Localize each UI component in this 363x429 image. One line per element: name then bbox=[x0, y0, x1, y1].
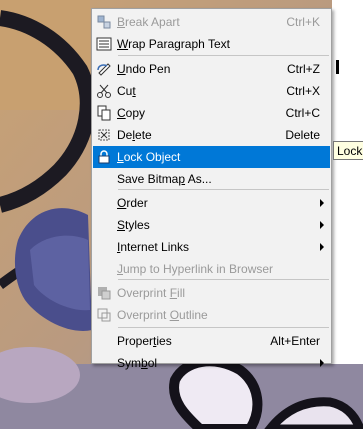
menu-item-internet-links[interactable]: Internet Links bbox=[93, 236, 330, 258]
label-suffix: rap Paragraph Text bbox=[128, 37, 230, 51]
menu-item-delete[interactable]: Delete Delete bbox=[93, 124, 330, 146]
menu-item-label: Symbol bbox=[117, 356, 330, 370]
menu-item-shortcut: Ctrl+K bbox=[286, 15, 320, 29]
menu-separator bbox=[118, 55, 329, 56]
menu-item-shortcut: Alt+Enter bbox=[270, 334, 320, 348]
menu-item-overprint-outline: Overprint Outline bbox=[93, 304, 330, 326]
label-suffix: ol bbox=[147, 356, 158, 370]
menu-item-shortcut: Delete bbox=[285, 128, 320, 142]
menu-icon-placeholder bbox=[96, 217, 112, 233]
label-prefix: Sym bbox=[117, 356, 141, 370]
label-prefix: Overprint bbox=[117, 286, 170, 300]
label-prefix: Save Bitma bbox=[117, 172, 179, 186]
label-suffix: nternet Links bbox=[120, 240, 190, 254]
label-prefix: De bbox=[117, 128, 133, 142]
menu-item-wrap-paragraph[interactable]: Wrap Paragraph Text bbox=[93, 33, 330, 55]
submenu-arrow-icon bbox=[320, 221, 324, 229]
menu-item-label: Wrap Paragraph Text bbox=[117, 37, 330, 51]
label-suffix: ete bbox=[135, 128, 152, 142]
menu-icon-placeholder bbox=[96, 261, 112, 277]
label-suffix: ump to Hyperlink in Browser bbox=[123, 262, 274, 276]
menu-item-jump-hyperlink: Jump to Hyperlink in Browser bbox=[93, 258, 330, 280]
label-suffix: reak Apart bbox=[125, 15, 180, 29]
menu-item-shortcut: Ctrl+Z bbox=[287, 62, 320, 76]
menu-item-symbol[interactable]: Symbol bbox=[93, 352, 330, 374]
label-accelerator: L bbox=[117, 150, 124, 164]
label-accelerator: W bbox=[117, 37, 129, 51]
menu-separator bbox=[118, 327, 329, 328]
menu-separator bbox=[118, 279, 329, 280]
label-accelerator: t bbox=[132, 84, 136, 98]
menu-item-properties[interactable]: Properties Alt+Enter bbox=[93, 330, 330, 352]
label-accelerator: O bbox=[117, 196, 127, 210]
label-suffix: ies bbox=[156, 334, 172, 348]
menu-icon-placeholder bbox=[96, 195, 112, 211]
label-prefix: Proper bbox=[117, 334, 154, 348]
delete-icon bbox=[96, 127, 112, 143]
lock-tooltip: Lock bbox=[333, 141, 363, 160]
overprint-outline-icon bbox=[96, 307, 112, 323]
menu-item-overprint-fill: Overprint Fill bbox=[93, 282, 330, 304]
menu-item-label: Jump to Hyperlink in Browser bbox=[117, 262, 330, 276]
label-prefix: Overprint bbox=[117, 308, 170, 322]
menu-item-cut[interactable]: Cut Ctrl+X bbox=[93, 80, 330, 102]
label-suffix: ill bbox=[177, 286, 186, 300]
label-accelerator: F bbox=[169, 286, 178, 300]
menu-icon-placeholder bbox=[96, 355, 112, 371]
label-accelerator: O bbox=[169, 308, 180, 322]
scissors-icon bbox=[96, 83, 112, 99]
menu-item-label: Internet Links bbox=[117, 240, 330, 254]
menu-item-label: Lock Object bbox=[117, 150, 330, 164]
label-suffix: ock Object bbox=[123, 150, 181, 164]
menu-item-label: Overprint Outline bbox=[117, 308, 330, 322]
menu-item-label: Copy bbox=[117, 106, 286, 120]
menu-icon-placeholder bbox=[96, 239, 112, 255]
submenu-arrow-icon bbox=[320, 199, 324, 207]
label-accelerator: C bbox=[117, 106, 126, 120]
menu-item-save-bitmap[interactable]: Save Bitmap As... bbox=[93, 168, 330, 190]
menu-item-label: Break Apart bbox=[117, 15, 286, 29]
submenu-arrow-icon bbox=[320, 243, 324, 251]
menu-item-styles[interactable]: Styles bbox=[93, 214, 330, 236]
menu-item-break-apart: Break Apart Ctrl+K bbox=[93, 11, 330, 33]
label-suffix: As... bbox=[185, 172, 212, 186]
tooltip-text: Lock bbox=[337, 144, 363, 158]
label-accelerator: U bbox=[117, 62, 126, 76]
label-suffix: rder bbox=[126, 196, 148, 210]
menu-item-copy[interactable]: Copy Ctrl+C bbox=[93, 102, 330, 124]
menu-item-shortcut: Ctrl+X bbox=[286, 84, 320, 98]
label-accelerator: S bbox=[117, 218, 126, 232]
menu-item-label: Styles bbox=[117, 218, 330, 232]
lock-icon bbox=[96, 149, 112, 165]
label-prefix: Cu bbox=[117, 84, 133, 98]
menu-item-label: Cut bbox=[117, 84, 286, 98]
context-menu: Break Apart Ctrl+K Wrap Paragraph Text Undo… bbox=[91, 8, 332, 370]
undo-pen-icon bbox=[96, 61, 112, 77]
menu-item-label: Save Bitmap As... bbox=[117, 172, 330, 186]
label-suffix: ndo Pen bbox=[125, 62, 171, 76]
label-suffix: opy bbox=[125, 106, 146, 120]
label-suffix: utline bbox=[179, 308, 208, 322]
menu-item-label: Delete bbox=[117, 128, 285, 142]
menu-item-label: Properties bbox=[117, 334, 270, 348]
label-suffix: tyles bbox=[125, 218, 150, 232]
copy-icon bbox=[96, 105, 112, 121]
label-accelerator: B bbox=[117, 15, 126, 29]
label-accelerator: b bbox=[141, 356, 148, 370]
menu-separator bbox=[118, 189, 329, 190]
menu-icon-placeholder bbox=[96, 333, 112, 349]
wrap-paragraph-icon bbox=[96, 36, 112, 52]
submenu-arrow-icon bbox=[320, 359, 324, 367]
menu-item-order[interactable]: Order bbox=[93, 192, 330, 214]
menu-item-shortcut: Ctrl+C bbox=[285, 106, 320, 120]
break-apart-icon bbox=[96, 14, 112, 30]
menu-item-label: Undo Pen bbox=[117, 62, 287, 76]
menu-item-label: Overprint Fill bbox=[117, 286, 330, 300]
overprint-fill-icon bbox=[96, 285, 112, 301]
menu-item-label: Order bbox=[117, 196, 330, 210]
menu-item-undo-pen[interactable]: Undo Pen Ctrl+Z bbox=[93, 58, 330, 80]
menu-icon-placeholder bbox=[96, 171, 112, 187]
menu-item-lock-object[interactable]: Lock Object bbox=[93, 146, 330, 168]
